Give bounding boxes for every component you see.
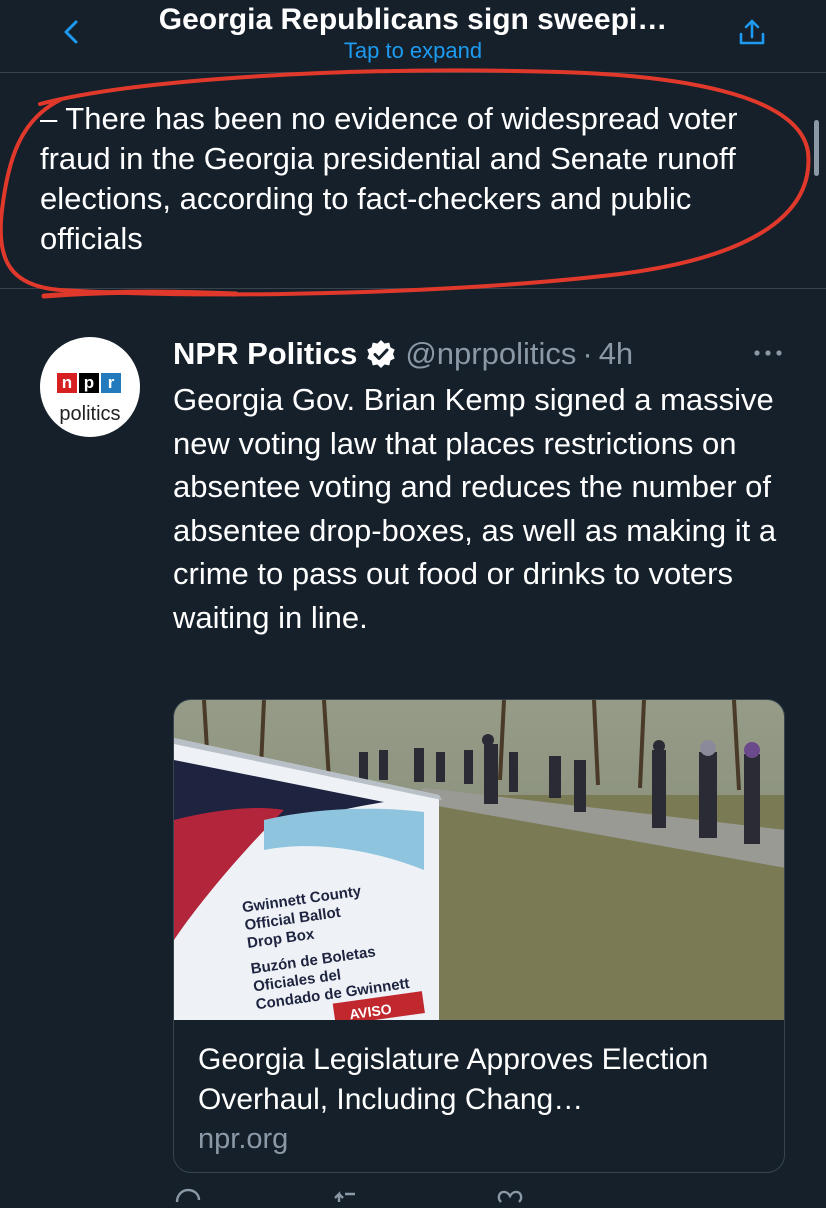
chevron-left-icon xyxy=(64,20,78,44)
verified-badge-icon xyxy=(367,340,396,368)
tweet-text: Georgia Gov. Brian Kemp signed a massive… xyxy=(173,382,777,635)
link-card[interactable]: Gwinnett County Official Ballot Drop Box… xyxy=(173,699,785,1173)
meta-separator: · xyxy=(582,336,593,371)
page-title: Georgia Republicans sign sweepi… xyxy=(158,3,668,36)
notice-divider xyxy=(0,288,826,289)
author-name[interactable]: NPR Politics xyxy=(173,336,357,372)
reply-icon[interactable] xyxy=(173,1188,203,1208)
tweet-header: NPR Politics @nprpolitics · 4h xyxy=(173,334,633,374)
avatar-word: politics xyxy=(59,403,121,425)
avatar[interactable]: n p r politics xyxy=(40,337,140,437)
back-button[interactable] xyxy=(58,16,86,48)
notice-text: – There has been no evidence of widespre… xyxy=(40,101,738,256)
retweet-icon[interactable] xyxy=(333,1188,363,1208)
share-icon xyxy=(739,19,765,45)
card-domain: npr.org xyxy=(198,1123,289,1155)
top-navigation-bar: Georgia Republicans sign sweepi… Tap to … xyxy=(0,0,826,72)
npr-logo-letter-r: r xyxy=(101,373,121,393)
like-icon[interactable] xyxy=(495,1188,525,1208)
tap-to-expand-link[interactable]: Tap to expand xyxy=(110,38,716,64)
npr-logo-letter-p: p xyxy=(79,373,99,393)
share-button[interactable] xyxy=(736,16,768,48)
more-horizontal-icon xyxy=(754,350,782,356)
tweet-time[interactable]: 4h xyxy=(599,336,633,372)
npr-logo-letter-n: n xyxy=(57,373,77,393)
card-image: Gwinnett County Official Ballot Drop Box… xyxy=(174,700,784,1020)
author-handle[interactable]: @nprpolitics xyxy=(405,336,576,372)
fact-check-notice[interactable]: – There has been no evidence of widespre… xyxy=(0,73,826,288)
tweet-actions xyxy=(173,1188,785,1208)
more-button[interactable] xyxy=(752,340,784,366)
scrollbar[interactable] xyxy=(814,120,819,176)
npr-logo: n p r xyxy=(57,373,121,393)
card-title: Georgia Legislature Approves Election Ov… xyxy=(198,1043,709,1116)
